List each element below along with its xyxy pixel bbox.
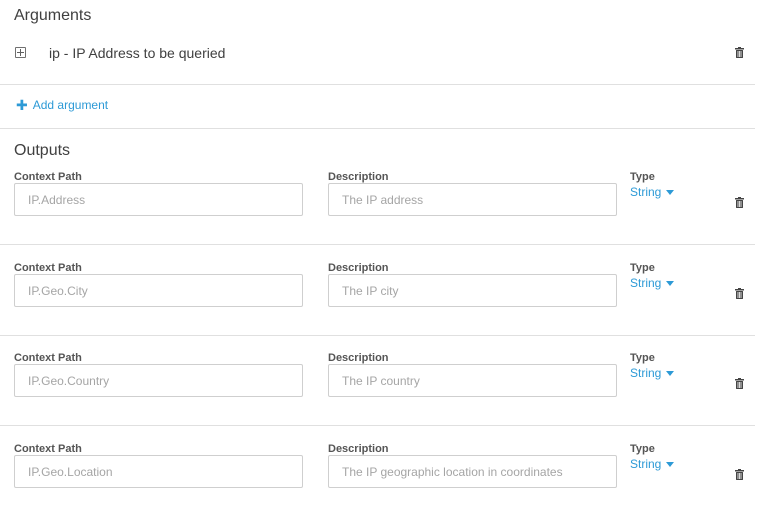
type-value: String (630, 185, 662, 199)
output-row: Context Path Description Type String (0, 262, 755, 334)
type-label: Type (630, 171, 655, 183)
context-path-input[interactable] (14, 455, 303, 488)
caret-down-icon (666, 280, 675, 286)
description-input[interactable] (328, 455, 617, 488)
divider (0, 335, 755, 336)
trash-icon[interactable] (735, 288, 744, 299)
divider (0, 244, 755, 245)
description-label: Description (328, 352, 389, 364)
type-value: String (630, 457, 662, 471)
context-path-label: Context Path (14, 443, 82, 455)
type-dropdown[interactable]: String (630, 457, 675, 471)
description-label: Description (328, 262, 389, 274)
type-label: Type (630, 443, 655, 455)
caret-down-icon (666, 370, 675, 376)
context-path-label: Context Path (14, 262, 82, 274)
trash-icon[interactable] (735, 47, 744, 58)
type-label: Type (630, 352, 655, 364)
add-argument-link[interactable]: ✚ Add argument (16, 98, 108, 112)
type-dropdown[interactable]: String (630, 366, 675, 380)
trash-icon[interactable] (735, 197, 744, 208)
context-path-label: Context Path (14, 352, 82, 364)
plus-icon: ✚ (16, 97, 28, 113)
add-argument-label: Add argument (32, 98, 109, 112)
outputs-title: Outputs (14, 142, 71, 159)
description-input[interactable] (328, 364, 617, 397)
context-path-label: Context Path (14, 171, 82, 183)
type-label: Type (630, 262, 655, 274)
output-row: Context Path Description Type String (0, 171, 755, 243)
context-path-input[interactable] (14, 364, 303, 397)
type-value: String (630, 276, 662, 290)
description-label: Description (328, 443, 389, 455)
type-dropdown[interactable]: String (630, 276, 675, 290)
argument-row: ip - IP Address to be queried (0, 38, 755, 68)
divider (0, 425, 755, 426)
output-row: Context Path Description Type String (0, 352, 755, 424)
divider (0, 84, 755, 85)
expand-plus-icon[interactable] (15, 47, 26, 58)
description-label: Description (328, 171, 389, 183)
context-path-input[interactable] (14, 183, 303, 216)
context-path-input[interactable] (14, 274, 303, 307)
type-value: String (630, 366, 662, 380)
description-input[interactable] (328, 274, 617, 307)
caret-down-icon (666, 461, 675, 467)
caret-down-icon (666, 189, 675, 195)
type-dropdown[interactable]: String (630, 185, 675, 199)
divider (0, 128, 755, 129)
arguments-title: Arguments (14, 7, 92, 24)
trash-icon[interactable] (735, 469, 744, 480)
output-row: Context Path Description Type String (0, 443, 755, 512)
description-input[interactable] (328, 183, 617, 216)
argument-label: ip - IP Address to be queried (49, 45, 226, 61)
trash-icon[interactable] (735, 378, 744, 389)
